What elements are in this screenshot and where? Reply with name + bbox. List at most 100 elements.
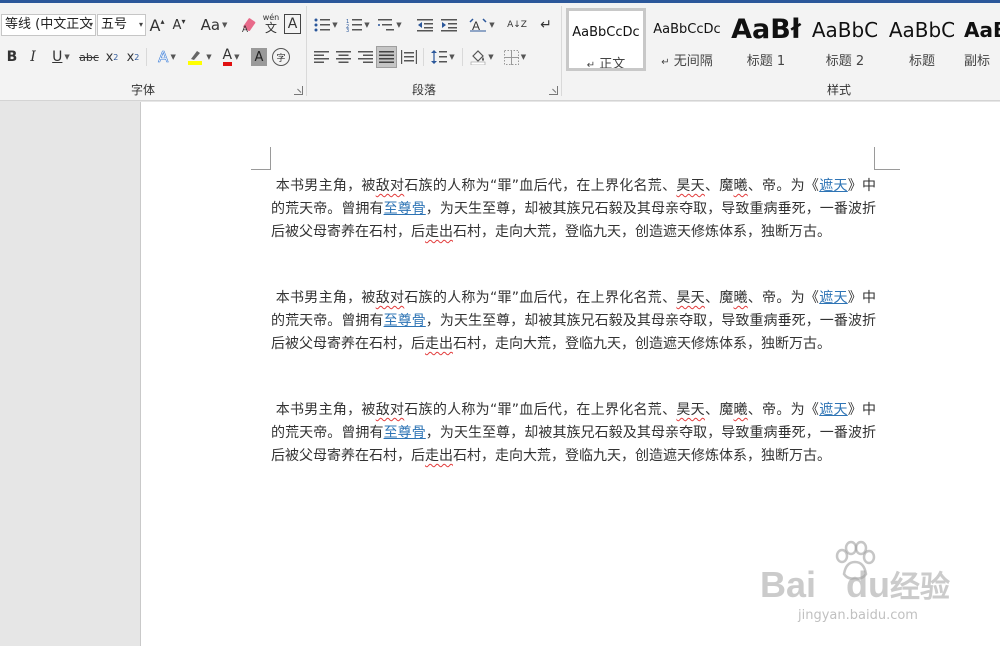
style-name: 标题	[908, 54, 935, 69]
ribbon-accent-bar	[0, 0, 1000, 3]
style-sample: AaBł	[731, 14, 801, 45]
style-name-text: 正文	[599, 57, 626, 71]
font-name-value: 等线 (中文正文	[5, 17, 93, 32]
style-sample: AaB	[964, 18, 1000, 42]
paragraph-group-label: 段落	[412, 83, 437, 97]
text-effect-button[interactable]: A ▼	[152, 46, 182, 68]
char-shading-icon: A	[254, 49, 264, 65]
paragraph[interactable]: 本书男主角，被敌对石族的人称为“罪”血后代，在上界化名荒、昊天、魔曦、帝。为《遮…	[271, 399, 876, 468]
underline-icon: U	[52, 49, 63, 65]
watermark-brand-left: Bai	[760, 564, 817, 605]
increase-indent-button[interactable]	[439, 14, 459, 36]
align-right-button[interactable]	[355, 46, 375, 68]
sort-button[interactable]: A↓Z	[507, 14, 527, 36]
style-sample: AaBbCcDc	[572, 25, 640, 40]
spelling-error-run[interactable]: 敌对	[376, 178, 405, 194]
text-run: 、魔	[704, 290, 734, 306]
distributed-button[interactable]	[399, 46, 419, 68]
spelling-error-run[interactable]: 曦	[734, 402, 748, 418]
grow-font-button[interactable]: A ▴	[148, 14, 166, 36]
spelling-error-run[interactable]: 昊天	[676, 178, 705, 194]
paragraph[interactable]: 本书男主角，被敌对石族的人称为“罪”血后代，在上界化名荒、昊天、魔曦、帝。为《遮…	[271, 175, 876, 244]
bold-button[interactable]: B	[5, 46, 19, 68]
clear-format-button[interactable]: A	[241, 14, 259, 36]
bullets-button[interactable]: ▼	[311, 14, 341, 36]
spelling-error-run[interactable]: 昊天	[676, 402, 705, 418]
watermark-brand-mid: du	[846, 564, 891, 605]
hyperlink[interactable]: 遮天	[819, 290, 848, 306]
multilevel-list-button[interactable]: ▼	[375, 14, 405, 36]
spelling-error-run[interactable]: 走出	[425, 448, 453, 464]
style-heading-2[interactable]: AaBbC 标题 2	[805, 8, 885, 71]
superscript-button[interactable]: x2	[124, 46, 142, 68]
spelling-error-run[interactable]: 敌对	[376, 402, 405, 418]
spelling-error-run[interactable]: 走出	[425, 336, 453, 352]
bold-icon: B	[6, 49, 18, 65]
paragraph-dialog-launcher[interactable]	[549, 86, 558, 95]
chinese-layout-icon: A	[469, 18, 487, 33]
font-color-button[interactable]: A ▼	[216, 46, 246, 68]
hyperlink[interactable]: 至尊骨	[384, 201, 426, 217]
style-subtitle[interactable]: AaB 副标	[958, 8, 1000, 71]
shrink-font-button[interactable]: A ▾	[170, 14, 188, 36]
show-marks-button[interactable]: ↵	[536, 14, 556, 36]
font-dialog-launcher[interactable]	[294, 86, 303, 95]
strikethrough-icon: abc	[79, 50, 99, 64]
group-divider	[306, 6, 307, 96]
spelling-error-run[interactable]: 曦	[734, 178, 748, 194]
hyperlink[interactable]: 遮天	[819, 402, 848, 418]
line-spacing-button[interactable]: ▼	[428, 46, 458, 68]
font-size-value: 五号	[101, 17, 128, 32]
decrease-indent-button[interactable]	[415, 14, 435, 36]
hyperlink[interactable]: 至尊骨	[384, 313, 426, 329]
watermark-url: jingyan.baidu.com	[798, 608, 918, 623]
change-case-button[interactable]: Aa ▼	[199, 14, 229, 36]
shading-button[interactable]: ▼	[467, 46, 497, 68]
multilevel-list-icon	[378, 19, 395, 31]
style-normal[interactable]: AaBbCcDc ↵ 正文	[566, 8, 646, 71]
spelling-error-run[interactable]: 走出	[425, 224, 453, 240]
underline-button[interactable]: U ▼	[46, 46, 76, 68]
spelling-error-run[interactable]: 敌对	[376, 290, 405, 306]
paragraph[interactable]: 本书男主角，被敌对石族的人称为“罪”血后代，在上界化名荒、昊天、魔曦、帝。为《遮…	[271, 287, 876, 356]
text-run: 石族的人称为“罪”血后代，在上界化名荒、	[404, 178, 677, 194]
strikethrough-button[interactable]: abc	[78, 46, 100, 68]
chinese-layout-button[interactable]: A ▼	[467, 14, 497, 36]
italic-button[interactable]: I	[26, 46, 40, 68]
numbering-button[interactable]: 1 2 3 ▼	[343, 14, 373, 36]
bullet-list-icon	[314, 18, 331, 32]
text-effect-icon: A	[158, 48, 169, 67]
spelling-error-run[interactable]: 昊天	[676, 290, 705, 306]
eraser-icon: A	[242, 18, 256, 33]
enclose-char-button[interactable]: 字	[272, 48, 290, 66]
hyperlink[interactable]: 至尊骨	[384, 425, 426, 441]
phonetic-guide-button[interactable]: wén 文	[262, 12, 280, 34]
grow-font-icon: A	[149, 15, 161, 35]
style-title[interactable]: AaBbC 标题	[882, 8, 962, 71]
style-sample: AaBbC	[888, 18, 956, 42]
subscript-button[interactable]: x2	[103, 46, 121, 68]
align-left-button[interactable]	[311, 46, 331, 68]
style-no-spacing[interactable]: AaBbCcDc ↵ 无间隔	[647, 8, 727, 71]
text-run: 本书男主角，被	[275, 178, 376, 194]
text-run: 、魔	[704, 402, 734, 418]
char-shading-button[interactable]: A	[251, 48, 267, 66]
char-border-button[interactable]: A	[284, 14, 301, 34]
align-center-button[interactable]	[333, 46, 353, 68]
align-center-icon	[335, 51, 351, 63]
subscript-icon: x	[105, 49, 114, 65]
spelling-error-run[interactable]: 曦	[734, 290, 748, 306]
hyperlink[interactable]: 遮天	[819, 178, 848, 194]
italic-icon: I	[30, 49, 36, 65]
ribbon: 等线 (中文正文 ▾ 五号 ▾ A ▴ A ▾ Aa ▼ A wén 文 A B I …	[0, 0, 1000, 101]
style-heading-1[interactable]: AaBł 标题 1	[726, 8, 806, 71]
font-size-combo[interactable]: 五号 ▾	[97, 14, 146, 36]
text-run: 、魔	[704, 178, 734, 194]
superscript-mark: 2	[134, 52, 140, 62]
change-case-icon: Aa	[200, 16, 221, 34]
justify-button[interactable]	[376, 46, 397, 68]
style-sample: AaBbC	[811, 18, 879, 42]
font-name-combo[interactable]: 等线 (中文正文 ▾	[1, 14, 96, 36]
highlight-button[interactable]: ▼	[184, 46, 214, 68]
borders-button[interactable]: ▼	[500, 46, 530, 68]
